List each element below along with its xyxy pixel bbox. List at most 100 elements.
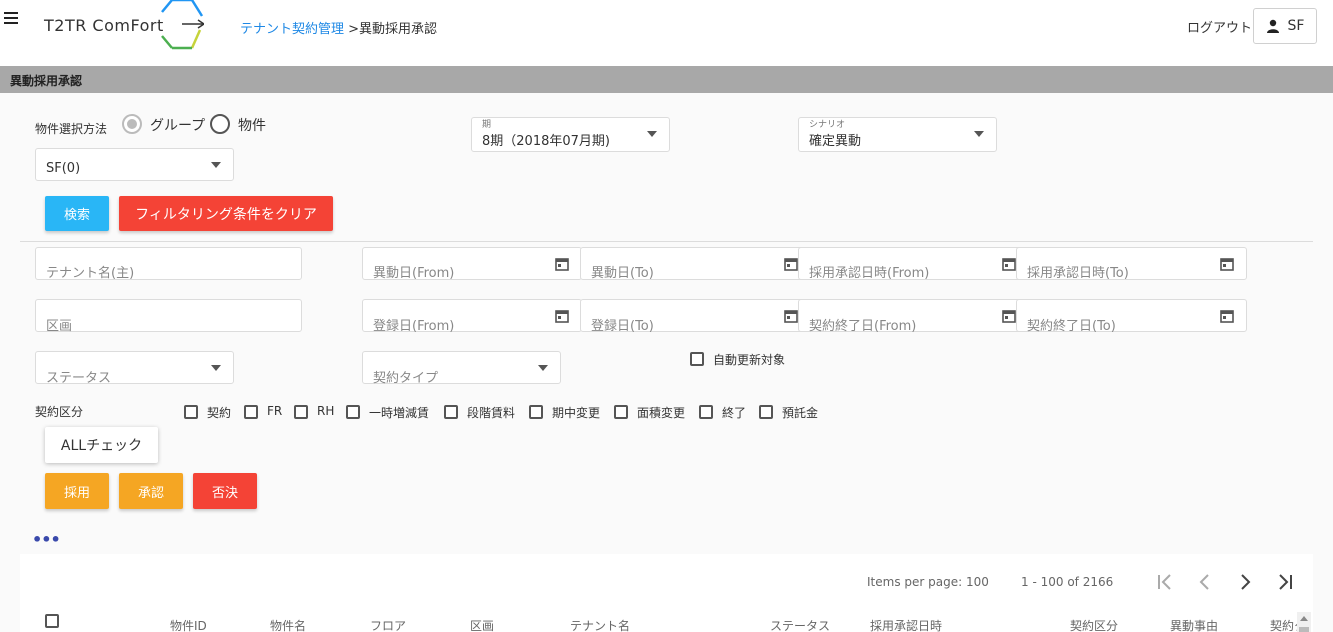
approval-date-to-placeholder: 採用承認日時(To) <box>1027 266 1129 281</box>
column-header-section[interactable]: 区画 <box>470 617 494 632</box>
logout-link[interactable]: ログアウト <box>1187 17 1252 36</box>
radio-group[interactable] <box>122 114 142 134</box>
checkbox-rh-label: RH <box>317 404 335 418</box>
change-date-from-field[interactable]: 異動日(From) <box>362 247 582 281</box>
register-date-from-field[interactable]: 登録日(From) <box>362 299 582 334</box>
checkbox-deposit[interactable] <box>759 405 773 419</box>
register-date-to-placeholder: 登録日(To) <box>591 319 654 334</box>
checkbox-fr[interactable] <box>244 405 258 419</box>
items-per-page[interactable]: Items per page: 100 <box>867 575 989 589</box>
page-title: 異動採用承認 <box>10 74 83 88</box>
breadcrumb: テナント契約管理 >異動採用承認 <box>240 18 437 37</box>
approval-date-from-field[interactable]: 採用承認日時(From) <box>798 247 1029 281</box>
select-all-checkbox[interactable] <box>45 614 59 628</box>
group-select[interactable]: SF(0) <box>35 148 234 181</box>
column-header-approval-datetime[interactable]: 採用承認日時 <box>870 617 942 632</box>
all-check-button[interactable]: ALLチェック <box>45 427 158 463</box>
change-date-to-placeholder: 異動日(To) <box>591 266 654 281</box>
logo-text: T2TR ComFort <box>44 16 164 35</box>
tenant-name-field[interactable]: テナント名(主) <box>35 247 302 281</box>
period-select[interactable]: 期 8期（2018年07月期) <box>471 117 670 152</box>
contract-end-to-field[interactable]: 契約終了日(To) <box>1016 299 1247 334</box>
app-logo: T2TR ComFort <box>44 0 204 54</box>
app-header: T2TR ComFort テナント契約管理 >異動採用承認 ログアウト SF <box>0 0 1333 66</box>
contract-end-to-placeholder: 契約終了日(To) <box>1027 319 1116 334</box>
reject-button[interactable]: 否決 <box>193 473 257 509</box>
checkbox-contract[interactable] <box>184 405 198 419</box>
previous-page-icon[interactable] <box>1194 571 1216 593</box>
calendar-icon[interactable] <box>1220 309 1234 323</box>
radio-property[interactable] <box>210 114 230 134</box>
auto-renew-checkbox[interactable] <box>690 352 704 366</box>
chevron-down-icon <box>211 365 221 371</box>
radio-group-label: グループ <box>150 118 206 134</box>
page-title-bar: 異動採用承認 <box>0 66 1333 93</box>
last-page-icon[interactable] <box>1274 571 1296 593</box>
tenant-name-placeholder: テナント名(主) <box>46 266 135 281</box>
contract-end-from-field[interactable]: 契約終了日(From) <box>798 299 1029 334</box>
results-table-panel <box>20 554 1313 632</box>
chevron-down-icon <box>974 131 984 137</box>
approval-date-to-field[interactable]: 採用承認日時(To) <box>1016 247 1247 281</box>
checkbox-contract-label: 契約 <box>207 406 232 420</box>
section-placeholder: 区画 <box>46 319 73 334</box>
contract-class-label: 契約区分 <box>35 405 84 419</box>
clear-filter-button[interactable]: フィルタリング条件をクリア <box>119 196 333 231</box>
chevron-down-icon <box>647 131 657 137</box>
contract-type-select[interactable]: 契約タイプ <box>362 351 561 386</box>
approve-button[interactable]: 承認 <box>119 473 183 509</box>
selection-method-label: 物件選択方法 <box>35 122 108 136</box>
column-header-contract-class[interactable]: 契約区分 <box>1070 617 1118 632</box>
chevron-down-icon <box>538 365 548 371</box>
calendar-icon[interactable] <box>1002 309 1016 323</box>
user-icon <box>1266 19 1279 33</box>
calendar-icon[interactable] <box>555 257 569 271</box>
checkbox-temp-rent[interactable] <box>346 405 360 419</box>
column-header-change-reason[interactable]: 異動事由 <box>1170 617 1218 632</box>
search-button[interactable]: 検索 <box>45 196 109 231</box>
scrollbar[interactable] <box>1297 612 1311 632</box>
divider <box>20 241 1313 242</box>
calendar-icon[interactable] <box>1002 257 1016 271</box>
checkbox-midterm-change[interactable] <box>529 405 543 419</box>
more-icon[interactable]: ••• <box>32 530 61 549</box>
column-header-property-name[interactable]: 物件名 <box>270 617 306 632</box>
calendar-icon[interactable] <box>555 309 569 323</box>
column-header-floor[interactable]: フロア <box>370 617 406 632</box>
checkbox-temp-rent-label: 一時増減賃 <box>369 406 430 420</box>
scenario-label: シナリオ <box>809 120 846 130</box>
period-label: 期 <box>482 120 492 130</box>
column-header-property-id[interactable]: 物件ID <box>170 617 207 632</box>
group-select-value: SF(0) <box>46 161 81 176</box>
status-select[interactable]: ステータス <box>35 351 234 386</box>
adopt-button[interactable]: 採用 <box>45 473 109 509</box>
change-date-to-field[interactable]: 異動日(To) <box>580 247 811 281</box>
breadcrumb-current: 異動採用承認 <box>359 22 438 37</box>
user-name: SF <box>1287 18 1305 34</box>
calendar-icon[interactable] <box>784 257 798 271</box>
breadcrumb-link-tenant-contract[interactable]: テナント契約管理 <box>240 22 344 37</box>
section-field[interactable]: 区画 <box>35 299 302 334</box>
checkbox-area-change[interactable] <box>614 405 628 419</box>
approval-date-from-placeholder: 採用承認日時(From) <box>809 266 930 281</box>
calendar-icon[interactable] <box>1220 257 1234 271</box>
auto-renew-label: 自動更新対象 <box>713 353 786 367</box>
first-page-icon[interactable] <box>1154 571 1176 593</box>
checkbox-rh[interactable] <box>294 405 308 419</box>
column-header-tenant-name[interactable]: テナント名 <box>570 617 630 632</box>
period-value: 8期（2018年07月期) <box>482 134 610 149</box>
next-page-icon[interactable] <box>1234 571 1256 593</box>
checkbox-end[interactable] <box>699 405 713 419</box>
checkbox-step-rent[interactable] <box>444 405 458 419</box>
scenario-value: 確定異動 <box>809 134 862 149</box>
column-header-status[interactable]: ステータス <box>770 617 830 632</box>
checkbox-end-label: 終了 <box>722 406 747 420</box>
hamburger-menu-icon[interactable] <box>4 12 20 26</box>
scenario-select[interactable]: シナリオ 確定異動 <box>798 117 997 152</box>
register-date-to-field[interactable]: 登録日(To) <box>580 299 811 334</box>
checkbox-deposit-label: 預託金 <box>782 406 819 420</box>
radio-property-label: 物件 <box>238 118 266 134</box>
calendar-icon[interactable] <box>784 309 798 323</box>
contract-end-from-placeholder: 契約終了日(From) <box>809 319 917 334</box>
user-button[interactable]: SF <box>1253 8 1317 44</box>
